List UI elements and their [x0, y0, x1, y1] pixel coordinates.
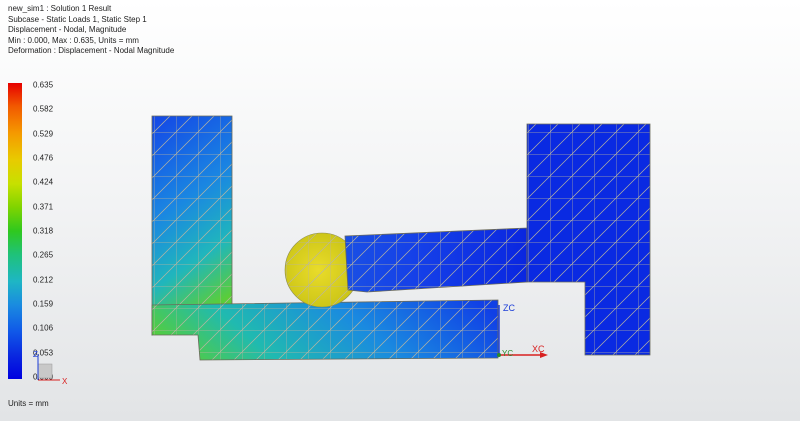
abs-z-label: Z [33, 350, 38, 359]
xc-label: XC [532, 344, 545, 354]
right-block-mesh [526, 123, 651, 356]
abs-x-label: X [62, 377, 68, 386]
left-post-mesh [151, 115, 233, 336]
right-arm-mesh [344, 227, 528, 293]
absolute-triad [37, 354, 60, 381]
yc-label: YC [502, 349, 513, 358]
units-label: Units = mm [8, 399, 49, 408]
bottom-arm-mesh [151, 299, 499, 361]
model-viewport[interactable]: ZC XC YC X Z [0, 0, 800, 421]
zc-label: ZC [503, 303, 515, 313]
